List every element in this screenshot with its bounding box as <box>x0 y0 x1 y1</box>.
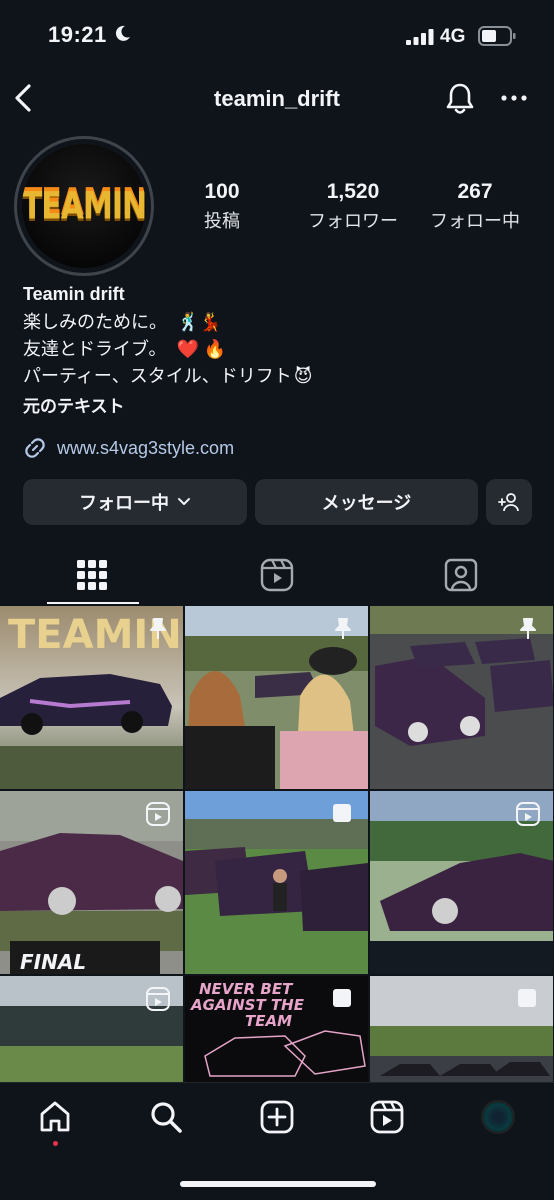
stat-following-count: 267 <box>457 180 493 203</box>
avatar-logo: TEAMIN <box>22 184 146 228</box>
profile-nav-avatar[interactable] <box>481 1100 515 1134</box>
profile-display-name: Teamin drift <box>23 284 125 304</box>
active-tab-indicator <box>47 602 139 604</box>
post-thumbnail[interactable] <box>185 791 368 974</box>
bio-line: 楽しみのために。 🕺💃 <box>23 309 533 336</box>
post-thumbnail[interactable]: FINAL <box>0 791 183 974</box>
profile-tabs <box>0 546 554 604</box>
bio-line-text: 楽しみのために。 <box>23 312 167 332</box>
reel-icon <box>146 987 170 1011</box>
moon-icon <box>115 25 130 41</box>
bio-line-text: パーティー、スタイル、ドリフト <box>23 366 292 386</box>
post-thumbnail[interactable]: NEVER BET AGAINST THE TEAM <box>185 976 368 1082</box>
carousel-icon <box>333 989 351 1007</box>
post-overlay-text: FINAL <box>20 950 86 974</box>
post-thumbnail[interactable] <box>370 976 553 1082</box>
link-icon <box>25 438 45 458</box>
network-type: 4G <box>440 26 466 47</box>
following-button[interactable]: フォロー中 <box>23 479 247 525</box>
post-thumbnail[interactable] <box>370 791 553 974</box>
notification-bell-icon[interactable] <box>444 82 476 116</box>
profile-link[interactable]: www.s4vag3style.com <box>23 436 234 460</box>
pin-icon <box>150 618 166 639</box>
carousel-icon <box>333 804 351 822</box>
profile-header: teamin_drift <box>0 72 554 128</box>
reel-icon <box>516 802 540 826</box>
post-thumbnail[interactable] <box>370 606 553 789</box>
status-time: 19:21 <box>48 22 107 47</box>
profile-link-text[interactable]: www.s4vag3style.com <box>57 438 234 459</box>
profile-bio: Teamin drift 楽しみのために。 🕺💃 友達とドライブ。 ❤️ 🔥 パ… <box>23 284 533 417</box>
add-person-icon <box>498 493 519 512</box>
post-thumbnail[interactable] <box>0 976 183 1082</box>
pin-icon <box>520 618 536 639</box>
carousel-icon <box>518 989 536 1007</box>
status-bar: 19:21 4G <box>0 0 554 72</box>
grid-icon[interactable] <box>75 558 109 592</box>
profile-stats: 100 投稿 1,520 フォロワー 267 フォロー中 <box>170 180 550 240</box>
bio-line: 友達とドライブ。 ❤️ 🔥 <box>23 336 533 363</box>
post-thumbnail[interactable]: TEAMIN <box>0 606 183 789</box>
home-icon[interactable] <box>37 1099 73 1135</box>
stat-following[interactable]: 267 フォロー中 <box>420 180 530 233</box>
reels-nav-icon[interactable] <box>369 1099 405 1135</box>
stat-posts[interactable]: 100 投稿 <box>162 180 282 233</box>
stat-followers-count: 1,520 <box>326 180 380 203</box>
bio-line-text: 友達とドライブ。 <box>23 339 167 359</box>
reel-icon <box>146 802 170 826</box>
profile-avatar-ring[interactable]: TEAMIN <box>14 136 154 276</box>
profile-avatar: TEAMIN <box>22 144 146 268</box>
devil-emoji: 😈 <box>293 366 313 386</box>
stat-followers[interactable]: 1,520 フォロワー <box>288 180 418 233</box>
signal-icon <box>406 29 434 45</box>
bio-line: パーティー、スタイル、ドリフト 😈 <box>23 363 533 390</box>
search-icon[interactable] <box>148 1099 184 1135</box>
suggested-users-button[interactable] <box>486 479 532 525</box>
see-original-text-link[interactable]: 元のテキスト <box>23 392 533 417</box>
more-options-icon[interactable] <box>500 88 528 108</box>
chevron-down-icon <box>178 498 190 505</box>
message-button-label: メッセージ <box>321 493 412 513</box>
home-notification-dot <box>53 1141 58 1146</box>
reels-icon[interactable] <box>260 558 294 592</box>
home-indicator <box>180 1181 376 1187</box>
message-button[interactable]: メッセージ <box>255 479 478 525</box>
battery-icon <box>478 26 516 46</box>
stat-posts-label: 投稿 <box>204 211 240 231</box>
pin-icon <box>335 618 351 639</box>
stat-followers-label: フォロワー <box>308 211 398 231</box>
stat-following-label: フォロー中 <box>430 211 520 231</box>
heart-fire-emoji: ❤️ 🔥 <box>176 339 227 359</box>
tagged-icon[interactable] <box>444 558 478 592</box>
post-overlay-text: TEAM <box>245 1012 292 1030</box>
stat-posts-count: 100 <box>204 180 240 203</box>
dancing-emoji: 🕺💃 <box>177 312 222 332</box>
create-post-icon[interactable] <box>259 1099 295 1135</box>
posts-grid: TEAMIN FINAL NEVER BET AGAINST THE TEAM <box>0 606 554 1082</box>
post-thumbnail[interactable] <box>185 606 368 789</box>
following-button-label: フォロー中 <box>79 493 169 513</box>
